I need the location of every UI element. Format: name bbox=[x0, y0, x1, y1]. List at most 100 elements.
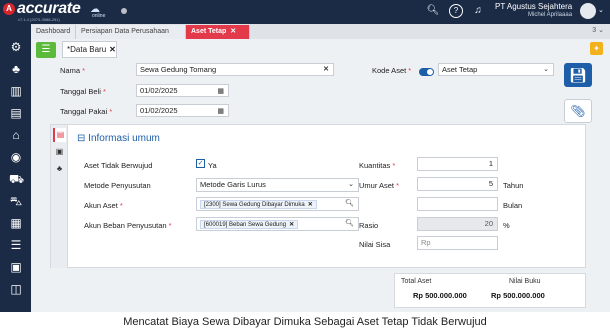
metode-penyusutan-value: Metode Garis Lurus bbox=[200, 180, 266, 189]
kuantitas-field[interactable]: 1 bbox=[417, 157, 498, 171]
ledger-icon[interactable]: ▤ bbox=[9, 106, 23, 120]
umur-aset-tahun-field[interactable]: 5 bbox=[417, 177, 498, 191]
tab-label: Aset Tetap bbox=[191, 28, 227, 35]
logo-online-text: online bbox=[92, 13, 106, 19]
bulan-unit: Bulan bbox=[503, 201, 523, 210]
tabs-count[interactable]: 3 ⌄ bbox=[592, 26, 604, 34]
sidebar: ⚙ ♣ ▥ ▤ ⌂ ◉ ⛟ ⛍ ▦ ☰ ▣ ◫ bbox=[0, 24, 31, 312]
assets-icon[interactable]: ☰ bbox=[9, 238, 23, 252]
tabs-count-value: 3 bbox=[592, 27, 597, 34]
close-icon[interactable]: ✕ bbox=[109, 45, 116, 54]
tab-label: Persiapan Data Perusahaan bbox=[81, 28, 169, 35]
doc-tab-data-baru[interactable]: *Data Baru ✕ bbox=[62, 41, 117, 58]
company-name[interactable]: PT Agustus Sejahtera bbox=[495, 2, 572, 11]
aset-tidak-berwujud-label: Aset Tidak Berwujud bbox=[84, 161, 153, 170]
chevron-down-icon[interactable]: ⌄ bbox=[598, 6, 604, 14]
tanggal-pakai-label: Tanggal Pakai * bbox=[60, 107, 113, 116]
depreciation-tab-icon[interactable]: ▣ bbox=[53, 145, 66, 159]
search-icon[interactable]: 🔍︎ bbox=[345, 219, 354, 227]
main-panel: ☰ *Data Baru ✕ ✦ Nama * Sewa Gedung Toman… bbox=[31, 39, 610, 312]
akun-aset-chip: [2300] Sewa Gedung Dibayar Dimuka ✕ bbox=[200, 200, 317, 209]
nilai-sisa-label: Nilai Sisa bbox=[359, 240, 391, 249]
kuantitas-label: Kuantitas * bbox=[359, 161, 396, 170]
user-name[interactable]: Michel Aprilaaaa bbox=[528, 12, 572, 18]
doc-tab-label: Data Baru bbox=[70, 45, 107, 54]
remove-chip-icon[interactable]: ✕ bbox=[289, 222, 294, 228]
clear-icon[interactable]: ✕ bbox=[323, 64, 329, 75]
info-icon: ⊟ bbox=[77, 133, 86, 144]
building-icon[interactable]: ▥ bbox=[9, 84, 23, 98]
tanggal-beli-value: 01/02/2025 bbox=[140, 86, 178, 95]
tanggal-beli-field[interactable]: 01/02/2025 ▦ bbox=[136, 84, 229, 97]
tab-label: Dashboard bbox=[36, 28, 71, 35]
ya-label: Ya bbox=[208, 161, 217, 170]
sales-cart-icon[interactable]: ⛟ bbox=[9, 172, 24, 186]
figure-caption: Mencatat Biaya Sewa Dibayar Dimuka Sebag… bbox=[123, 316, 487, 328]
tahun-unit: Tahun bbox=[503, 181, 524, 190]
chevron-down-icon[interactable]: ⌄ bbox=[348, 179, 354, 190]
nilai-sisa-field[interactable]: Rp bbox=[417, 236, 498, 250]
document-tab-icon[interactable]: ▤ bbox=[53, 128, 66, 142]
app-logo-text: accurate bbox=[17, 0, 81, 17]
help-icon[interactable]: ? bbox=[449, 4, 463, 18]
akun-aset-label: Akun Aset * bbox=[84, 201, 123, 210]
nilai-buku-label: Nilai Buku bbox=[509, 278, 541, 285]
top-bar: A accurate ☁ online v7.1.4 (2070-3988-29… bbox=[0, 0, 610, 24]
search-icon[interactable]: 🔍︎ bbox=[426, 4, 440, 18]
user-avatar[interactable] bbox=[580, 3, 596, 19]
people-icon[interactable]: ♣ bbox=[9, 62, 23, 76]
inventory-icon[interactable]: ▦ bbox=[9, 216, 23, 230]
akun-beban-label: Akun Beban Penyusutan * bbox=[84, 221, 172, 230]
tab-aset-tetap[interactable]: Aset Tetap ✕ bbox=[186, 25, 250, 39]
kode-aset-label: Kode Aset * bbox=[372, 66, 412, 75]
umur-aset-bulan-field[interactable] bbox=[417, 197, 498, 211]
akun-beban-chip-text: [600019] Beban Sewa Gedung bbox=[204, 222, 287, 228]
kode-aset-select[interactable]: Aset Tetap ⌄ bbox=[438, 63, 554, 76]
cash-icon[interactable]: ◉ bbox=[9, 150, 23, 164]
lightbulb-icon[interactable]: ✦ bbox=[590, 42, 603, 55]
app-version: v7.1.4 (2070-3988-291) bbox=[18, 17, 60, 22]
totals-box: Total Aset Rp 500.000.000 Nilai Buku Rp … bbox=[394, 273, 586, 308]
kode-aset-value: Aset Tetap bbox=[442, 65, 478, 74]
search-icon[interactable]: 🔍︎ bbox=[345, 199, 354, 207]
akun-aset-chip-text: [2300] Sewa Gedung Dibayar Dimuka bbox=[204, 202, 305, 208]
people-tab-icon[interactable]: ♣ bbox=[53, 162, 66, 176]
umur-aset-label: Umur Aset * bbox=[359, 181, 400, 190]
section-title-text: Informasi umum bbox=[88, 133, 160, 144]
tab-persiapan-data-perusahaan[interactable]: Persiapan Data Perusahaan bbox=[76, 25, 186, 39]
accurate-logo-icon: A bbox=[3, 3, 15, 15]
bank-icon[interactable]: ⌂ bbox=[9, 128, 23, 142]
save-button[interactable]: 💾︎ bbox=[564, 63, 592, 87]
tanggal-beli-label: Tanggal Beli * bbox=[60, 87, 106, 96]
tanggal-pakai-value: 01/02/2025 bbox=[140, 106, 178, 115]
tanggal-pakai-field[interactable]: 01/02/2025 ▦ bbox=[136, 104, 229, 117]
calendar-icon[interactable]: ▦ bbox=[217, 86, 224, 96]
metode-penyusutan-select[interactable]: Metode Garis Lurus ⌄ bbox=[196, 178, 359, 192]
attachment-button[interactable]: 📎︎ bbox=[564, 99, 592, 123]
notification-bell-icon[interactable]: ♫ bbox=[471, 4, 485, 18]
akun-beban-chip: [600019] Beban Sewa Gedung ✕ bbox=[200, 220, 299, 229]
list-menu-button[interactable]: ☰ bbox=[36, 42, 56, 58]
remove-chip-icon[interactable]: ✕ bbox=[308, 202, 313, 208]
kode-aset-toggle[interactable] bbox=[419, 68, 434, 76]
tab-dashboard[interactable]: Dashboard bbox=[31, 25, 76, 39]
calendar-icon[interactable]: ▦ bbox=[217, 106, 224, 116]
akun-beban-field[interactable]: [600019] Beban Sewa Gedung ✕ 🔍︎ bbox=[196, 217, 359, 231]
section-title: ⊟ Informasi umum bbox=[77, 133, 160, 144]
vertical-tabs: ▤ ▣ ♣ bbox=[51, 125, 68, 268]
report-icon[interactable]: ▣ bbox=[9, 260, 23, 274]
total-aset-value: Rp 500.000.000 bbox=[413, 291, 467, 300]
rasio-label: Rasio bbox=[359, 221, 379, 230]
akun-aset-field[interactable]: [2300] Sewa Gedung Dibayar Dimuka ✕ 🔍︎ bbox=[196, 197, 359, 211]
chevron-down-icon[interactable]: ⌄ bbox=[543, 64, 549, 75]
menu-dot-icon[interactable] bbox=[121, 8, 127, 14]
settings-gear-icon[interactable]: ⚙ bbox=[9, 40, 23, 54]
app-window: A accurate ☁ online v7.1.4 (2070-3988-29… bbox=[0, 0, 610, 312]
aset-tidak-berwujud-checkbox[interactable]: ✓ bbox=[196, 159, 205, 168]
purchase-cart-icon[interactable]: ⛍ bbox=[9, 194, 23, 208]
metode-penyusutan-label: Metode Penyusutan bbox=[84, 181, 151, 190]
rasio-field: 20 bbox=[417, 217, 498, 231]
dashboard-icon[interactable]: ◫ bbox=[9, 282, 23, 296]
close-icon[interactable]: ✕ bbox=[230, 28, 236, 35]
nama-field[interactable]: Sewa Gedung Tomang ✕ bbox=[136, 63, 334, 76]
